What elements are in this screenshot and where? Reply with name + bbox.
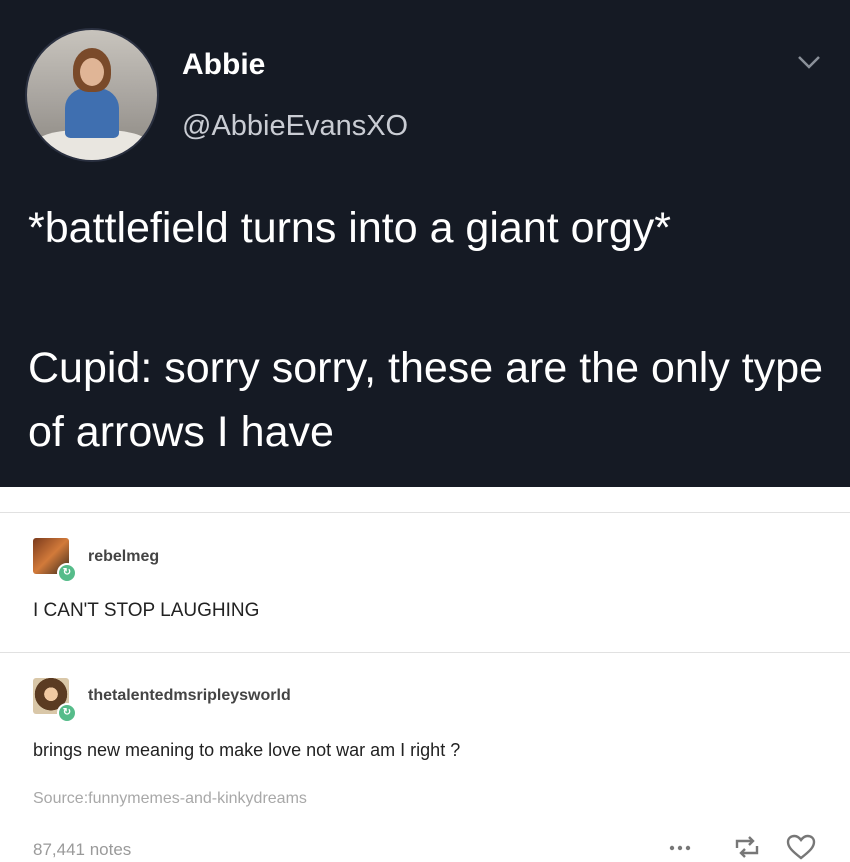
reblogger-username[interactable]: rebelmeg — [88, 548, 159, 566]
ellipsis-icon[interactable] — [668, 843, 692, 853]
reblog-comment: brings new meaning to make love not war … — [33, 740, 461, 760]
tweet-screenshot: Abbie @AbbieEvansXO *battlefield turns i… — [0, 0, 850, 487]
reblog-icon[interactable] — [733, 834, 761, 860]
author-avatar[interactable] — [25, 28, 159, 162]
chevron-down-icon[interactable] — [796, 52, 822, 72]
tweet-text-line1: *battlefield turns into a giant orgy* — [28, 204, 672, 252]
author-handle[interactable]: @AbbieEvansXO — [182, 110, 408, 143]
notes-count[interactable]: 87,441 notes — [33, 840, 131, 860]
reblogger-username[interactable]: thetalentedmsripleysworld — [88, 687, 291, 705]
author-name[interactable]: Abbie — [182, 48, 265, 82]
tweet-text-line2: Cupid: sorry sorry, these are the only t… — [28, 344, 824, 456]
divider — [0, 652, 850, 653]
source-link[interactable]: Source:funnymemes-and-kinkydreams — [33, 790, 307, 808]
heart-icon[interactable] — [786, 834, 816, 860]
reblog-badge-icon: ↻ — [57, 703, 77, 723]
divider — [0, 512, 850, 513]
reblog-badge-icon: ↻ — [57, 563, 77, 583]
reblog-comment: I CAN'T STOP LAUGHING — [33, 600, 260, 621]
